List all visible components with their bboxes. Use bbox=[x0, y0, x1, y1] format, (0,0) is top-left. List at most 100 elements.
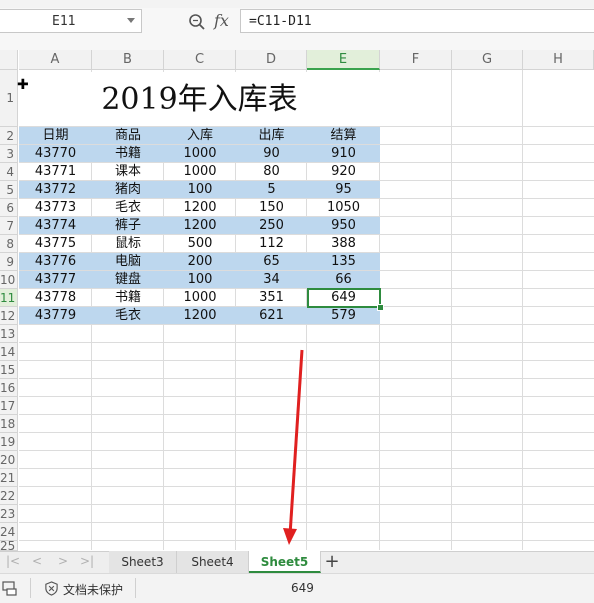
table-cell[interactable]: 80 bbox=[236, 163, 307, 181]
row-header-16[interactable]: 16 bbox=[0, 379, 18, 397]
table-cell[interactable]: 66 bbox=[307, 271, 380, 289]
column-header-h[interactable]: H bbox=[523, 50, 594, 70]
row-header-20[interactable]: 20 bbox=[0, 451, 18, 469]
table-cell[interactable]: 43772 bbox=[19, 181, 92, 199]
row-header-4[interactable]: 4 bbox=[0, 163, 18, 181]
table-header-cell[interactable]: 结算 bbox=[307, 127, 380, 145]
tab-sheet5[interactable]: Sheet5 bbox=[249, 551, 321, 573]
row-header-14[interactable]: 14 bbox=[0, 343, 18, 361]
row-header-23[interactable]: 23 bbox=[0, 505, 18, 523]
table-cell[interactable]: 1200 bbox=[164, 217, 236, 235]
tab-sheet4[interactable]: Sheet4 bbox=[177, 551, 249, 573]
selected-cell-outline[interactable] bbox=[307, 288, 381, 308]
table-cell[interactable]: 43775 bbox=[19, 235, 92, 253]
table-cell[interactable]: 书籍 bbox=[92, 145, 164, 163]
table-cell[interactable]: 电脑 bbox=[92, 253, 164, 271]
table-cell[interactable]: 1000 bbox=[164, 289, 236, 307]
row-header-11[interactable]: 11 bbox=[0, 289, 18, 307]
row-header-3[interactable]: 3 bbox=[0, 145, 18, 163]
table-cell[interactable]: 43774 bbox=[19, 217, 92, 235]
table-cell[interactable]: 5 bbox=[236, 181, 307, 199]
row-header-2[interactable]: 2 bbox=[0, 127, 18, 145]
table-cell[interactable]: 200 bbox=[164, 253, 236, 271]
table-cell[interactable]: 100 bbox=[164, 271, 236, 289]
first-sheet-icon[interactable]: |< bbox=[6, 554, 20, 568]
chevron-down-icon[interactable] bbox=[127, 18, 135, 23]
table-cell[interactable]: 910 bbox=[307, 145, 380, 163]
table-header-cell[interactable]: 日期 bbox=[19, 127, 92, 145]
row-header-24[interactable]: 24 bbox=[0, 523, 18, 541]
table-cell[interactable]: 键盘 bbox=[92, 271, 164, 289]
table-cell[interactable]: 95 bbox=[307, 181, 380, 199]
table-cell[interactable]: 112 bbox=[236, 235, 307, 253]
table-cell[interactable]: 1200 bbox=[164, 199, 236, 217]
table-cell[interactable]: 100 bbox=[164, 181, 236, 199]
row-header-1[interactable]: 1 bbox=[0, 70, 18, 127]
table-cell[interactable]: 920 bbox=[307, 163, 380, 181]
select-all-corner[interactable] bbox=[0, 50, 18, 70]
column-header-b[interactable]: B bbox=[92, 50, 164, 70]
table-cell[interactable]: 150 bbox=[236, 199, 307, 217]
table-cell[interactable]: 950 bbox=[307, 217, 380, 235]
table-cell[interactable]: 1200 bbox=[164, 307, 236, 325]
prev-sheet-icon[interactable]: < bbox=[32, 554, 42, 568]
row-header-6[interactable]: 6 bbox=[0, 199, 18, 217]
table-cell[interactable]: 毛衣 bbox=[92, 199, 164, 217]
tab-sheet3[interactable]: Sheet3 bbox=[109, 551, 177, 573]
table-cell[interactable]: 388 bbox=[307, 235, 380, 253]
column-header-g[interactable]: G bbox=[452, 50, 523, 70]
table-cell[interactable]: 500 bbox=[164, 235, 236, 253]
table-cell[interactable]: 43777 bbox=[19, 271, 92, 289]
row-header-8[interactable]: 8 bbox=[0, 235, 18, 253]
column-header-d[interactable]: D bbox=[236, 50, 307, 70]
table-cell[interactable]: 43779 bbox=[19, 307, 92, 325]
table-cell[interactable]: 课本 bbox=[92, 163, 164, 181]
name-box[interactable]: E11 bbox=[0, 9, 142, 33]
table-cell[interactable]: 135 bbox=[307, 253, 380, 271]
row-header-19[interactable]: 19 bbox=[0, 433, 18, 451]
row-header-25[interactable]: 25 bbox=[0, 541, 18, 551]
table-cell[interactable]: 43770 bbox=[19, 145, 92, 163]
row-header-21[interactable]: 21 bbox=[0, 469, 18, 487]
table-cell[interactable]: 90 bbox=[236, 145, 307, 163]
table-header-cell[interactable]: 商品 bbox=[92, 127, 164, 145]
protection-status[interactable]: 文档未保护 bbox=[63, 581, 123, 598]
table-cell[interactable]: 裤子 bbox=[92, 217, 164, 235]
table-header-cell[interactable]: 出库 bbox=[236, 127, 307, 145]
table-cell[interactable]: 鼠标 bbox=[92, 235, 164, 253]
column-header-e[interactable]: E bbox=[307, 50, 380, 70]
table-cell[interactable]: 34 bbox=[236, 271, 307, 289]
table-cell[interactable]: 1000 bbox=[164, 145, 236, 163]
formula-input[interactable]: =C11-D11 bbox=[240, 9, 594, 33]
zoom-icon[interactable] bbox=[188, 13, 206, 31]
row-header-17[interactable]: 17 bbox=[0, 397, 18, 415]
add-sheet-button[interactable]: + bbox=[322, 551, 342, 573]
row-header-7[interactable]: 7 bbox=[0, 217, 18, 235]
row-header-5[interactable]: 5 bbox=[0, 181, 18, 199]
fx-icon[interactable]: fx bbox=[214, 11, 229, 30]
row-header-9[interactable]: 9 bbox=[0, 253, 18, 271]
next-sheet-icon[interactable]: > bbox=[58, 554, 68, 568]
table-cell[interactable]: 书籍 bbox=[92, 289, 164, 307]
table-cell[interactable]: 43773 bbox=[19, 199, 92, 217]
row-header-15[interactable]: 15 bbox=[0, 361, 18, 379]
table-cell[interactable]: 猪肉 bbox=[92, 181, 164, 199]
row-header-12[interactable]: 12 bbox=[0, 307, 18, 325]
table-cell[interactable]: 1000 bbox=[164, 163, 236, 181]
table-cell[interactable]: 250 bbox=[236, 217, 307, 235]
column-header-c[interactable]: C bbox=[164, 50, 236, 70]
row-header-22[interactable]: 22 bbox=[0, 487, 18, 505]
row-header-18[interactable]: 18 bbox=[0, 415, 18, 433]
table-cell[interactable]: 351 bbox=[236, 289, 307, 307]
table-cell[interactable]: 43771 bbox=[19, 163, 92, 181]
row-header-10[interactable]: 10 bbox=[0, 271, 18, 289]
table-title[interactable]: 2019年入库表 bbox=[19, 72, 380, 126]
row-header-13[interactable]: 13 bbox=[0, 325, 18, 343]
table-header-cell[interactable]: 入库 bbox=[164, 127, 236, 145]
column-header-a[interactable]: A bbox=[19, 50, 92, 70]
fill-handle[interactable] bbox=[377, 304, 384, 311]
table-cell[interactable]: 1050 bbox=[307, 199, 380, 217]
table-cell[interactable]: 43776 bbox=[19, 253, 92, 271]
table-cell[interactable]: 毛衣 bbox=[92, 307, 164, 325]
column-header-f[interactable]: F bbox=[380, 50, 452, 70]
